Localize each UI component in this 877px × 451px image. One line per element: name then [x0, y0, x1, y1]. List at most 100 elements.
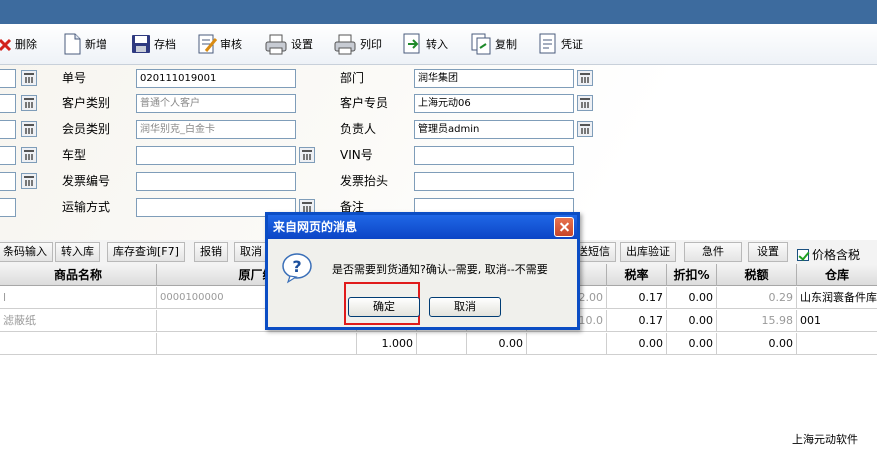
calendar-icon[interactable]: [21, 70, 37, 86]
cell-blank: [527, 333, 607, 355]
calendar-icon[interactable]: [577, 70, 593, 86]
order-no-label: 单号: [62, 71, 87, 85]
delete-button[interactable]: 删除: [0, 29, 37, 59]
report-loss-button[interactable]: 报销: [194, 242, 228, 262]
save-disk-icon: [132, 35, 150, 53]
left-field-4[interactable]: [0, 146, 16, 165]
cell-tax-amount: 15.98: [717, 310, 797, 332]
left-field-1[interactable]: [0, 69, 16, 88]
shipping-label: 运输方式: [62, 200, 111, 214]
calendar-icon[interactable]: [577, 95, 593, 111]
price-tax-checkbox[interactable]: 价格含税: [797, 246, 860, 263]
save-button[interactable]: 存档: [131, 29, 176, 59]
printer-settings-icon: [265, 34, 287, 55]
print-button[interactable]: 列印: [333, 29, 382, 59]
col-discount[interactable]: 折扣%: [667, 264, 717, 286]
left-field-5[interactable]: [0, 172, 16, 191]
transfer-button[interactable]: 转入: [401, 29, 448, 59]
audit-icon: [198, 34, 217, 54]
delete-icon: [0, 38, 12, 52]
vin-label: VIN号: [340, 148, 373, 162]
calendar-icon[interactable]: [299, 147, 315, 163]
totals-row: 1.000 0.00 0.00 0.00 0.00: [0, 333, 877, 355]
car-model-label: 车型: [62, 148, 87, 162]
left-field-2[interactable]: [0, 94, 16, 113]
voucher-label: 凭证: [561, 38, 583, 51]
cell-blank: [797, 333, 877, 355]
dept-field[interactable]: 润华集团: [414, 69, 574, 88]
invoice-title-label: 发票抬头: [340, 174, 389, 188]
member-type-label: 会员类别: [62, 122, 111, 136]
app-titlebar: [0, 0, 877, 24]
cell-warehouse: 山东润寰备件库: [800, 291, 877, 304]
print-label: 列印: [360, 38, 382, 51]
cell-product-name: l: [0, 287, 157, 309]
printer-icon: [334, 34, 356, 55]
owner-field[interactable]: 管理员admin: [414, 120, 574, 139]
order-no-field[interactable]: 020111019001: [136, 69, 296, 88]
cancel-row-button[interactable]: 取消: [234, 242, 268, 262]
calendar-icon[interactable]: [21, 95, 37, 111]
col-warehouse[interactable]: 仓库: [797, 264, 877, 286]
invoice-no-label: 发票编号: [62, 174, 111, 188]
stock-query-button[interactable]: 库存查询[F7]: [107, 242, 185, 262]
cell-discount: 0.00: [667, 287, 717, 309]
left-field-3[interactable]: [0, 120, 16, 139]
checkbox-checked-icon: [797, 248, 809, 261]
cell-total-discount: 0.00: [667, 333, 717, 355]
cancel-button[interactable]: 取消: [429, 297, 501, 317]
calendar-icon[interactable]: [21, 173, 37, 189]
out-verify-button[interactable]: 出库验证: [620, 242, 676, 262]
cell-total-amount: 0.00: [467, 333, 527, 355]
urgent-button[interactable]: 急件: [684, 242, 742, 262]
voucher-button[interactable]: 凭证: [538, 29, 583, 59]
customer-type-field[interactable]: 普通个人客户: [136, 94, 296, 113]
settings-button[interactable]: 设置: [264, 29, 313, 59]
cell-discount: 0.00: [667, 310, 717, 332]
transfer-in-icon: [403, 33, 420, 54]
invoice-title-field[interactable]: [414, 172, 574, 191]
col-tax-rate[interactable]: 税率: [607, 264, 667, 286]
message-dialog: 来自网页的消息 ? 是否需要到货通知?确认--需要, 取消--不需要 确定 取消: [265, 212, 580, 330]
price-tax-label: 价格含税: [812, 248, 861, 262]
cell-tax-rate: 0.17: [607, 287, 667, 309]
calendar-icon[interactable]: [21, 147, 37, 163]
calendar-icon[interactable]: [577, 121, 593, 137]
settings-grid-button[interactable]: 设置: [748, 242, 788, 262]
customer-rep-label: 客户专员: [340, 96, 389, 110]
vin-field[interactable]: [414, 146, 574, 165]
new-label: 新增: [85, 38, 107, 51]
cell-total-tax-amount: 0.00: [717, 333, 797, 355]
owner-label: 负责人: [340, 122, 377, 136]
cell-blank: [157, 333, 357, 355]
calendar-icon[interactable]: [21, 121, 37, 137]
cell-warehouse: 001: [800, 314, 821, 327]
copy-button[interactable]: 复制: [470, 29, 517, 59]
transfer-in-button[interactable]: 转入库: [55, 242, 100, 262]
audit-label: 审核: [220, 38, 242, 51]
new-button[interactable]: 新增: [62, 29, 107, 59]
invoice-no-field[interactable]: [136, 172, 296, 191]
close-icon[interactable]: [554, 217, 574, 237]
question-icon: ?: [282, 253, 312, 284]
audit-button[interactable]: 审核: [197, 29, 242, 59]
svg-text:?: ?: [292, 257, 301, 276]
car-model-field[interactable]: [136, 146, 296, 165]
member-type-field[interactable]: 润华别克_白金卡: [136, 120, 296, 139]
toolbar: 删除 新增 存档 审核 设置 列印 转入 复制 凭证: [0, 24, 877, 65]
customer-rep-field[interactable]: 上海元动06: [414, 94, 574, 113]
col-tax-amount[interactable]: 税额: [717, 264, 797, 286]
col-product-name[interactable]: 商品名称: [0, 264, 157, 286]
delete-label: 删除: [15, 38, 37, 51]
footer-brand: 上海元动软件: [792, 433, 858, 446]
dept-label: 部门: [340, 71, 365, 85]
copy-label: 复制: [495, 38, 517, 51]
save-label: 存档: [154, 38, 176, 51]
dialog-title: 来自网页的消息: [268, 215, 577, 239]
barcode-input-button[interactable]: 条码输入: [0, 242, 53, 262]
ok-button[interactable]: 确定: [348, 297, 420, 317]
cell-total-qty: 1.000: [357, 333, 417, 355]
left-field-6[interactable]: [0, 198, 16, 217]
cell-tax-amount: 0.29: [717, 287, 797, 309]
cell-blank: [417, 333, 467, 355]
